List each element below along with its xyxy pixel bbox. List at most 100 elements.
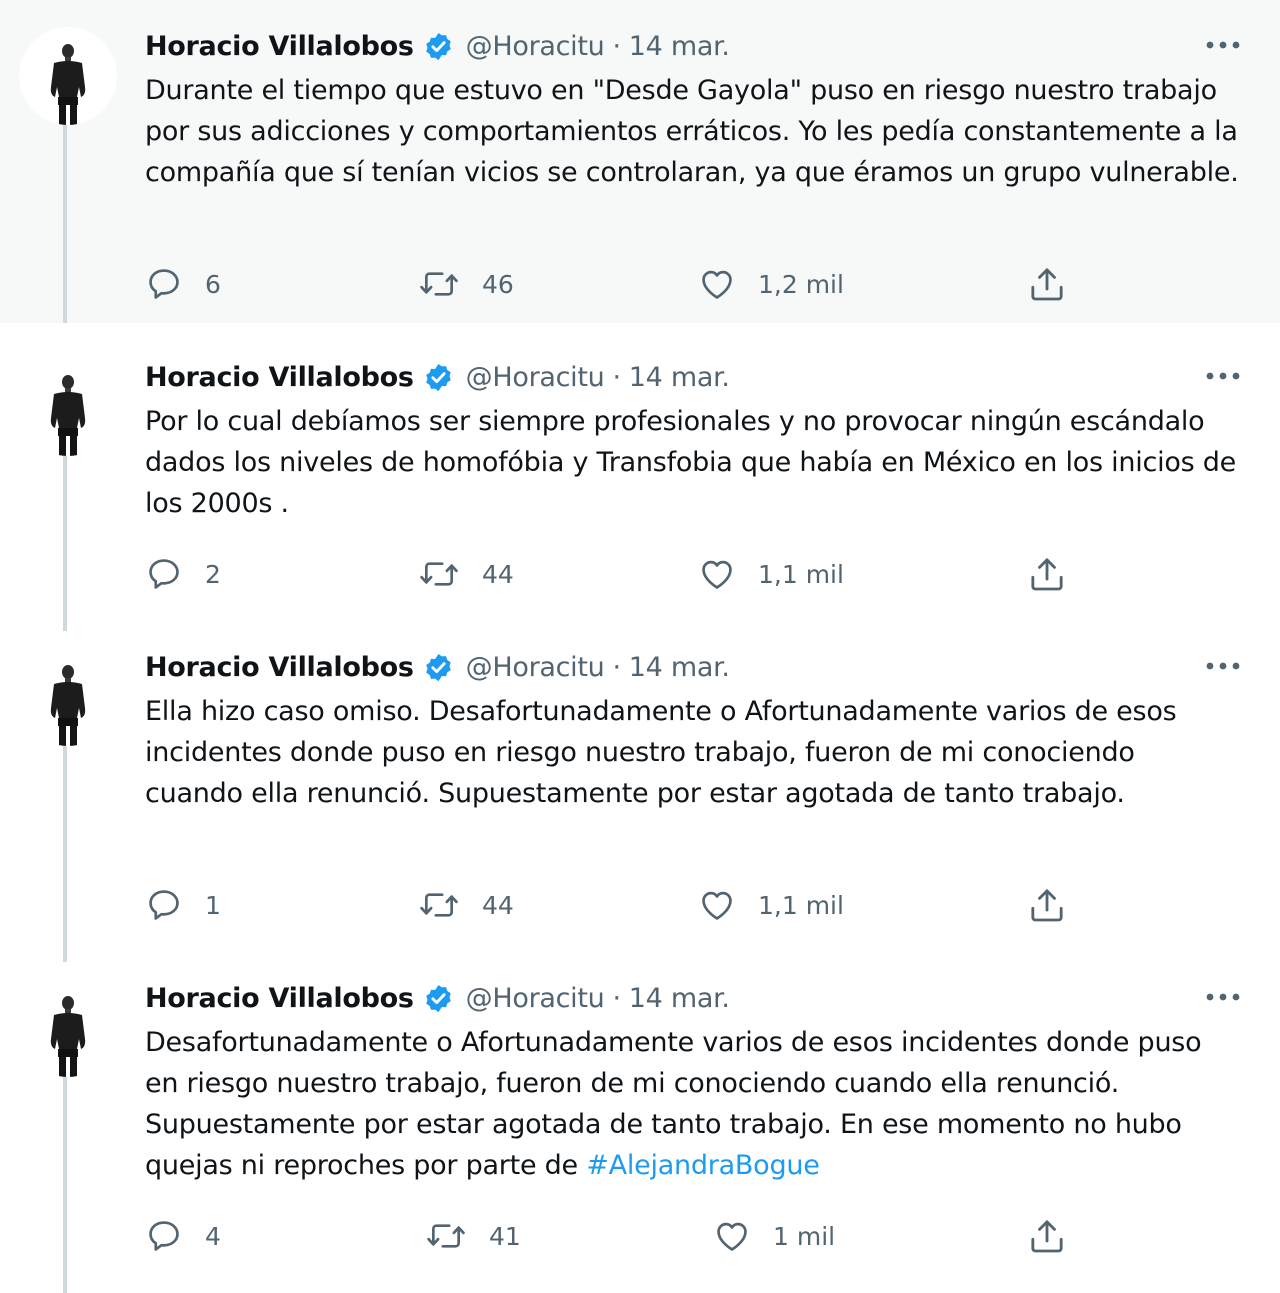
author-handle[interactable]: @Horacitu [466, 31, 605, 62]
like-heart-icon [698, 555, 736, 593]
reply-button[interactable]: 2 [145, 552, 221, 596]
retweet-count: 44 [482, 559, 514, 589]
tweet-thread: Horacio Villalobos @Horacitu · 14 mar. D… [0, 0, 1280, 1293]
author-handle[interactable]: @Horacitu [466, 652, 605, 683]
tweet-actions: 2 44 1,1 mil [145, 552, 1085, 596]
tweet-header: Horacio Villalobos @Horacitu · 14 mar. [145, 980, 730, 1016]
author-name[interactable]: Horacio Villalobos [145, 362, 414, 393]
tweet-text: Durante el tiempo que estuvo en "Desde G… [145, 70, 1240, 193]
like-button[interactable]: 1,1 mil [698, 552, 844, 596]
tweet-date[interactable]: 14 mar. [629, 362, 730, 393]
tweet-actions: 4 41 1 mil [145, 1214, 1085, 1258]
like-button[interactable]: 1,2 mil [698, 262, 844, 306]
share-icon [1027, 1216, 1067, 1256]
separator-dot: · [612, 651, 621, 683]
retweet-count: 41 [489, 1221, 521, 1251]
author-handle[interactable]: @Horacitu [466, 362, 605, 393]
thread-line [63, 456, 67, 631]
retweet-count: 44 [482, 890, 514, 920]
more-options-icon[interactable] [1200, 32, 1246, 58]
share-button[interactable] [1027, 552, 1067, 596]
author-handle[interactable]: @Horacitu [466, 983, 605, 1014]
like-button[interactable]: 1 mil [713, 1214, 835, 1258]
share-button[interactable] [1027, 1214, 1067, 1258]
like-button[interactable]: 1,1 mil [698, 883, 844, 927]
tweet-text-body: Ella hizo caso omiso. Desafortunadamente… [145, 696, 1177, 809]
tweet-date[interactable]: 14 mar. [629, 983, 730, 1014]
tweet[interactable]: Horacio Villalobos @Horacitu · 14 mar. D… [0, 952, 1280, 1293]
separator-dot: · [612, 982, 621, 1014]
verified-badge-icon [423, 652, 454, 683]
share-icon [1027, 264, 1067, 304]
author-name[interactable]: Horacio Villalobos [145, 652, 414, 683]
retweet-icon [418, 265, 460, 303]
reply-icon [145, 886, 183, 924]
reply-icon [145, 555, 183, 593]
share-icon [1027, 885, 1067, 925]
thread-line [63, 746, 67, 962]
tweet-text: Por lo cual debíamos ser siempre profesi… [145, 401, 1240, 524]
tweet-header: Horacio Villalobos @Horacitu · 14 mar. [145, 359, 730, 395]
retweet-button[interactable]: 46 [418, 262, 514, 306]
like-heart-icon [713, 1217, 751, 1255]
tweet-actions: 1 44 1,1 mil [145, 883, 1085, 927]
avatar[interactable] [19, 358, 117, 456]
avatar-image [19, 979, 117, 1077]
author-name[interactable]: Horacio Villalobos [145, 983, 414, 1014]
share-button[interactable] [1027, 262, 1067, 306]
like-heart-icon [698, 265, 736, 303]
tweet-date[interactable]: 14 mar. [629, 652, 730, 683]
avatar-image [19, 27, 117, 125]
more-options-icon[interactable] [1200, 363, 1246, 389]
avatar[interactable] [19, 648, 117, 746]
verified-badge-icon [423, 362, 454, 393]
verified-badge-icon [423, 983, 454, 1014]
avatar-image [19, 648, 117, 746]
separator-dot: · [612, 361, 621, 393]
retweet-button[interactable]: 41 [425, 1214, 521, 1258]
tweet-header: Horacio Villalobos @Horacitu · 14 mar. [145, 28, 730, 64]
more-options-icon[interactable] [1200, 653, 1246, 679]
retweet-icon [418, 555, 460, 593]
like-count: 1 mil [773, 1221, 836, 1251]
reply-button[interactable]: 4 [145, 1214, 221, 1258]
tweet[interactable]: Horacio Villalobos @Horacitu · 14 mar. D… [0, 0, 1280, 323]
avatar[interactable] [19, 27, 117, 125]
author-name[interactable]: Horacio Villalobos [145, 31, 414, 62]
tweet-text: Ella hizo caso omiso. Desafortunadamente… [145, 691, 1240, 814]
reply-button[interactable]: 6 [145, 262, 221, 306]
retweet-count: 46 [482, 269, 514, 299]
retweet-icon [418, 886, 460, 924]
reply-button[interactable]: 1 [145, 883, 221, 927]
separator-dot: · [612, 30, 621, 62]
tweet[interactable]: Horacio Villalobos @Horacitu · 14 mar. P… [0, 331, 1280, 631]
tweet-text-body: Por lo cual debíamos ser siempre profesi… [145, 406, 1237, 519]
like-count: 1,1 mil [758, 890, 844, 920]
retweet-button[interactable]: 44 [418, 883, 514, 927]
avatar-image [19, 358, 117, 456]
like-count: 1,2 mil [758, 269, 844, 299]
avatar[interactable] [19, 979, 117, 1077]
verified-badge-icon [423, 31, 454, 62]
reply-count: 4 [205, 1221, 221, 1251]
tweet-actions: 6 46 1,2 mil [145, 262, 1085, 306]
thread-line [63, 1077, 67, 1293]
reply-icon [145, 1217, 183, 1255]
reply-count: 2 [205, 559, 221, 589]
more-options-icon[interactable] [1200, 984, 1246, 1010]
reply-icon [145, 265, 183, 303]
tweet-date[interactable]: 14 mar. [629, 31, 730, 62]
like-count: 1,1 mil [758, 559, 844, 589]
tweet-header: Horacio Villalobos @Horacitu · 14 mar. [145, 649, 730, 685]
hashtag-link[interactable]: #AlejandraBogue [586, 1150, 820, 1181]
thread-line [63, 125, 67, 323]
reply-count: 1 [205, 890, 221, 920]
retweet-button[interactable]: 44 [418, 552, 514, 596]
like-heart-icon [698, 886, 736, 924]
tweet-text-body: Durante el tiempo que estuvo en "Desde G… [145, 75, 1239, 188]
tweet-text: Desafortunadamente o Afortunadamente var… [145, 1022, 1240, 1186]
share-button[interactable] [1027, 883, 1067, 927]
tweet[interactable]: Horacio Villalobos @Horacitu · 14 mar. E… [0, 621, 1280, 962]
reply-count: 6 [205, 269, 221, 299]
retweet-icon [425, 1217, 467, 1255]
